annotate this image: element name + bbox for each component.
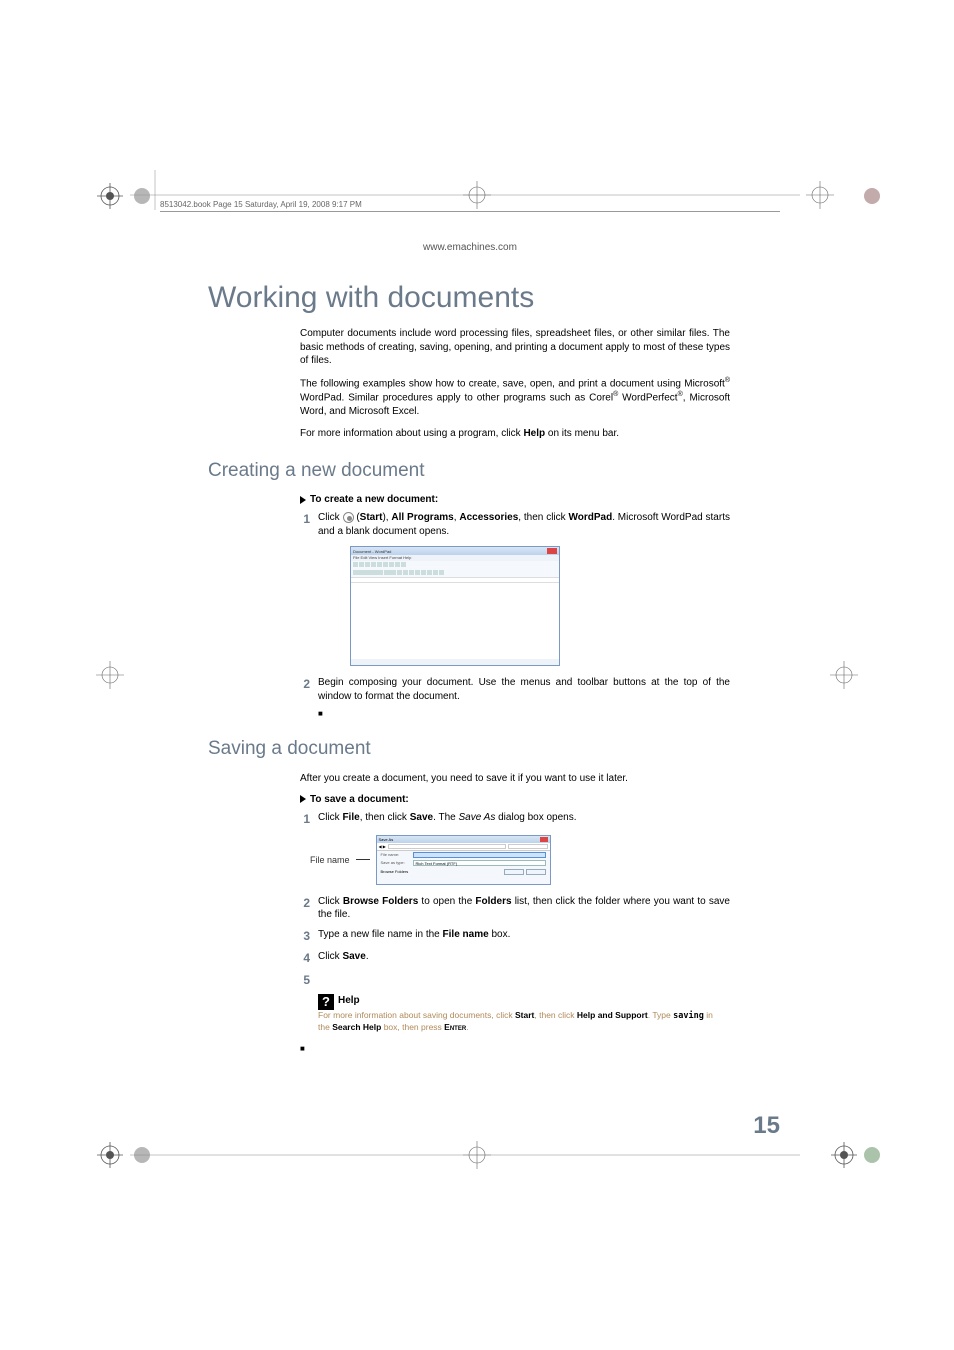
creating-subhead: To create a new document: [300, 494, 730, 505]
section-end-marker: ■ [318, 709, 730, 718]
save-button [504, 869, 524, 875]
page-title: Working with documents [208, 281, 780, 315]
close-icon [547, 548, 557, 554]
section-saving-title: Saving a document [208, 738, 780, 760]
step-number: 2 [300, 676, 318, 703]
intro-p2: The following examples show how to creat… [300, 376, 730, 419]
start-icon [343, 512, 354, 523]
saving-subhead: To save a document: [300, 794, 730, 805]
page-url: www.emachines.com [160, 242, 780, 253]
step-number: 1 [300, 811, 318, 827]
page-number: 15 [753, 1112, 780, 1140]
saving-step-3: 3 Type a new file name in the File name … [300, 928, 730, 944]
saving-step-5: 5 [300, 972, 730, 988]
saveas-screenshot: Save As ◀ ▶ File name: Save as type:Rich… [376, 835, 551, 885]
saving-step-4: 4 Click Save. [300, 950, 730, 966]
step-number: 4 [300, 950, 318, 966]
step-number: 3 [300, 928, 318, 944]
help-box: ?Help For more information about saving … [318, 994, 718, 1033]
step-number: 5 [300, 972, 318, 988]
section-end-marker: ■ [300, 1044, 730, 1053]
creating-step-1: 1 Click (Start), All Programs, Accessori… [300, 511, 730, 538]
creating-step-2: 2 Begin composing your document. Use the… [300, 676, 730, 703]
step-number: 1 [300, 511, 318, 538]
help-icon: ? [318, 994, 334, 1010]
wordpad-screenshot: Document - WordPad File Edit View Insert… [350, 546, 560, 666]
section-creating-title: Creating a new document [208, 460, 780, 482]
intro-p1: Computer documents include word processi… [300, 327, 730, 368]
book-header: 8513042.book Page 15 Saturday, April 19,… [160, 200, 780, 212]
triangle-icon [300, 795, 306, 803]
cancel-button [526, 869, 546, 875]
step-number: 2 [300, 895, 318, 922]
saving-intro: After you create a document, you need to… [300, 772, 730, 786]
close-icon [540, 837, 548, 842]
saving-step-2: 2 Click Browse Folders to open the Folde… [300, 895, 730, 922]
triangle-icon [300, 496, 306, 504]
page-content: 8513042.book Page 15 Saturday, April 19,… [160, 180, 780, 1140]
saveas-screenshot-wrap: File name Save As ◀ ▶ File name: Save as… [310, 835, 730, 885]
filename-callout: File name [310, 855, 350, 865]
intro-p3: For more information about using a progr… [300, 427, 730, 441]
saving-step-1: 1 Click File, then click Save. The Save … [300, 811, 730, 827]
